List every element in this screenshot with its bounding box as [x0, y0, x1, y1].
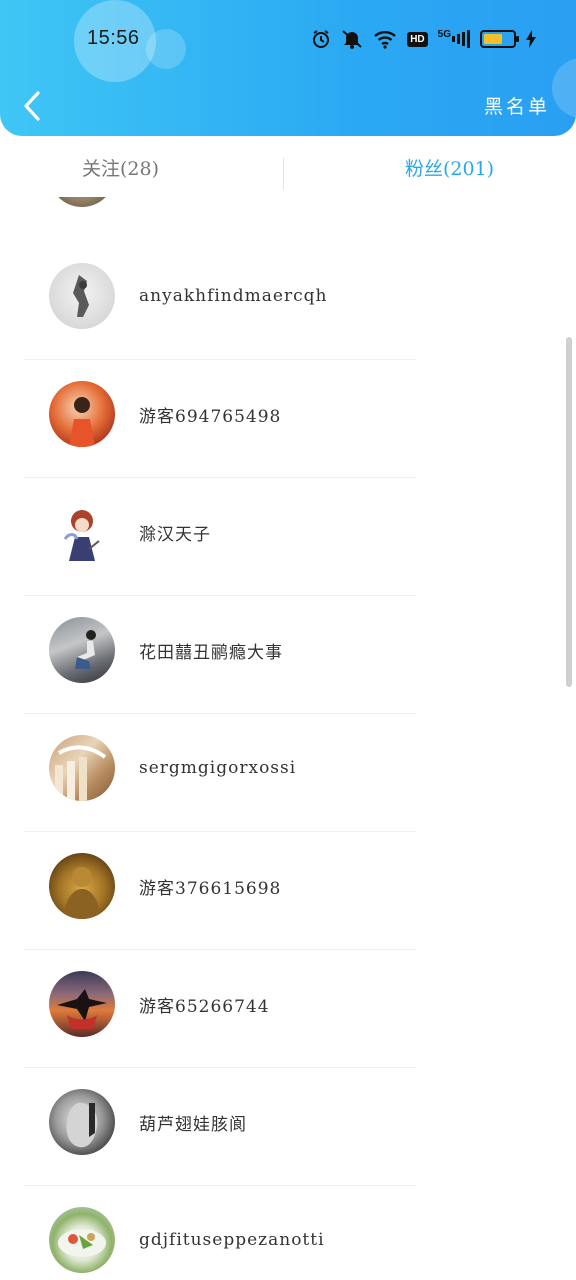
tab-follow[interactable]: 关注(28) — [82, 137, 159, 197]
user-name: 花田囍丑鹂瘾大事 — [139, 642, 283, 663]
follow-fans-tabs: 关注(28) 粉丝(201) — [0, 137, 576, 197]
battery-icon — [480, 30, 519, 48]
tab-divider — [283, 158, 284, 190]
avatar[interactable] — [49, 853, 115, 919]
5g-label: 5G — [437, 29, 451, 40]
alarm-icon — [311, 29, 331, 49]
avatar[interactable] — [49, 735, 115, 801]
decor-bubble — [552, 58, 576, 118]
status-time: 15:56 — [87, 27, 140, 49]
5g-signal-icon: 5G — [438, 30, 470, 48]
app-header: 15:56 HD 5G 黑名单 — [0, 0, 576, 136]
wifi-icon — [373, 29, 397, 49]
fans-list[interactable]: anyakhfindmaercqh 游客694765498 滁汉天子 花田囍丑鹂… — [0, 197, 576, 1280]
avatar[interactable] — [49, 971, 115, 1037]
charging-icon — [526, 30, 536, 48]
list-item[interactable]: 游客65266744 — [24, 949, 416, 1068]
chevron-left-icon — [24, 91, 40, 121]
scrollbar-thumb[interactable] — [566, 337, 572, 687]
list-item[interactable]: anyakhfindmaercqh — [24, 241, 416, 360]
list-item[interactable]: 滁汉天子 — [24, 477, 416, 596]
user-name: gdjfituseppezanotti — [139, 1230, 325, 1250]
avatar[interactable] — [49, 499, 115, 565]
hd-icon: HD — [407, 31, 428, 47]
list-item[interactable]: gdjfituseppezanotti — [24, 1185, 416, 1280]
user-name: 游客376615698 — [139, 878, 282, 899]
user-name: sergmgigorxossi — [139, 758, 297, 778]
decor-bubble — [146, 29, 186, 69]
user-name: 游客65266744 — [139, 996, 270, 1017]
user-name: 滁汉天子 — [139, 524, 211, 545]
list-item[interactable]: 游客376615698 — [24, 831, 416, 950]
avatar[interactable] — [49, 617, 115, 683]
tab-fans[interactable]: 粉丝(201) — [405, 137, 494, 197]
user-name: 游客694765498 — [139, 406, 282, 427]
list-item[interactable]: sergmgigorxossi — [24, 713, 416, 832]
list-item[interactable]: 游客694765498 — [24, 359, 416, 478]
list-item[interactable]: 花田囍丑鹂瘾大事 — [24, 595, 416, 714]
avatar[interactable] — [49, 1089, 115, 1155]
mute-icon — [341, 29, 363, 49]
blacklist-button[interactable]: 黑名单 — [484, 92, 550, 119]
user-name: 葫芦翅娃胲阆 — [139, 1114, 247, 1135]
avatar[interactable] — [49, 381, 115, 447]
avatar[interactable] — [49, 197, 115, 207]
avatar[interactable] — [49, 1207, 115, 1273]
user-name: anyakhfindmaercqh — [139, 286, 328, 306]
list-item[interactable]: 葫芦翅娃胲阆 — [24, 1067, 416, 1186]
avatar[interactable] — [49, 263, 115, 329]
back-button[interactable] — [20, 88, 46, 124]
status-icons: HD 5G — [311, 27, 536, 51]
